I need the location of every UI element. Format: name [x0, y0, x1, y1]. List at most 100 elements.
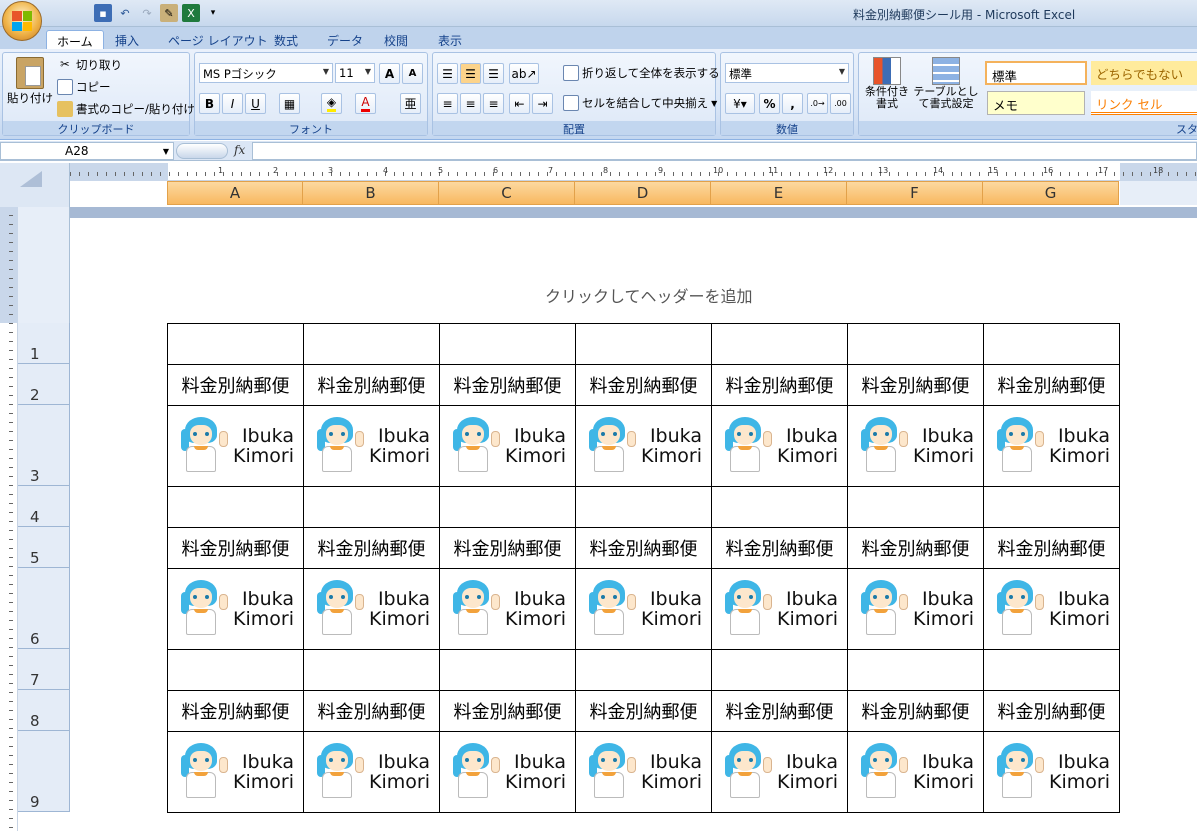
format-painter-button[interactable]: 書式のコピー/貼り付け: [57, 101, 195, 117]
tab-insert[interactable]: 挿入: [105, 30, 149, 49]
formula-input[interactable]: [252, 142, 1197, 160]
increase-indent-button[interactable]: ⇥: [532, 93, 553, 114]
cell[interactable]: Ibuka Kimori: [847, 731, 984, 813]
italic-button[interactable]: I: [222, 93, 243, 114]
orientation-button[interactable]: ab↗: [509, 63, 539, 84]
cell[interactable]: Ibuka Kimori: [167, 731, 304, 813]
cell[interactable]: [983, 649, 1120, 691]
grow-font-button[interactable]: A: [379, 63, 400, 84]
cell[interactable]: [167, 486, 304, 528]
cell[interactable]: Ibuka Kimori: [983, 405, 1120, 487]
wrap-text-button[interactable]: 折り返して全体を表示する: [563, 65, 720, 81]
cell[interactable]: 料金別納郵便: [303, 364, 440, 406]
cell[interactable]: [439, 649, 576, 691]
column-header-c[interactable]: C: [439, 181, 575, 205]
column-header-e[interactable]: E: [711, 181, 847, 205]
tab-home[interactable]: ホーム: [46, 30, 104, 49]
merge-center-button[interactable]: セルを結合して中央揃え ▼: [563, 95, 717, 111]
cell[interactable]: [847, 486, 984, 528]
row-header[interactable]: 3: [18, 405, 70, 486]
fill-color-button[interactable]: ◈: [321, 93, 342, 114]
cell[interactable]: [847, 649, 984, 691]
font-name-select[interactable]: MS Pゴシック ▼: [199, 63, 333, 83]
cell[interactable]: [439, 486, 576, 528]
align-center-button[interactable]: ≡: [460, 93, 481, 114]
cell[interactable]: [167, 323, 304, 365]
cell-style-neutral[interactable]: どちらでもない: [1091, 61, 1197, 85]
cell[interactable]: 料金別納郵便: [303, 527, 440, 569]
cell[interactable]: Ibuka Kimori: [575, 568, 712, 650]
cell[interactable]: 料金別納郵便: [439, 690, 576, 732]
phonetic-button[interactable]: 亜: [400, 93, 421, 114]
cell-style-linked[interactable]: リンク セル: [1091, 91, 1197, 115]
cell[interactable]: [847, 323, 984, 365]
cell[interactable]: 料金別納郵便: [303, 690, 440, 732]
align-middle-button[interactable]: ☰: [460, 63, 481, 84]
cell[interactable]: [167, 649, 304, 691]
cell[interactable]: [983, 323, 1120, 365]
header-placeholder[interactable]: クリックしてヘッダーを追加: [545, 283, 753, 307]
cell[interactable]: 料金別納郵便: [983, 690, 1120, 732]
cell[interactable]: 料金別納郵便: [439, 527, 576, 569]
borders-button[interactable]: ▦: [279, 93, 300, 114]
conditional-format-button[interactable]: 条件付き書式: [863, 57, 911, 110]
column-header-d[interactable]: D: [575, 181, 711, 205]
cell[interactable]: 料金別納郵便: [167, 364, 304, 406]
cell[interactable]: 料金別納郵便: [711, 527, 848, 569]
cell[interactable]: 料金別納郵便: [847, 690, 984, 732]
cell[interactable]: Ibuka Kimori: [167, 405, 304, 487]
insert-function-button[interactable]: fx: [234, 143, 245, 157]
select-all-corner[interactable]: [0, 163, 70, 207]
cell[interactable]: Ibuka Kimori: [983, 568, 1120, 650]
format-as-table-button[interactable]: テーブルとして書式設定: [913, 57, 979, 110]
row-header[interactable]: 7: [18, 649, 70, 690]
bold-button[interactable]: B: [199, 93, 220, 114]
cell[interactable]: Ibuka Kimori: [167, 568, 304, 650]
cell[interactable]: [711, 323, 848, 365]
cell[interactable]: [439, 323, 576, 365]
row-header[interactable]: 6: [18, 568, 70, 649]
font-size-select[interactable]: 11 ▼: [335, 63, 375, 83]
cell[interactable]: 料金別納郵便: [983, 364, 1120, 406]
cell[interactable]: Ibuka Kimori: [439, 568, 576, 650]
column-header-a[interactable]: A: [167, 181, 303, 205]
font-color-button[interactable]: A: [355, 93, 376, 114]
column-header-b[interactable]: B: [303, 181, 439, 205]
align-left-button[interactable]: ≡: [437, 93, 458, 114]
cell[interactable]: 料金別納郵便: [983, 527, 1120, 569]
cell[interactable]: Ibuka Kimori: [303, 568, 440, 650]
cell[interactable]: [303, 649, 440, 691]
cell[interactable]: [575, 486, 712, 528]
increase-decimal-button[interactable]: .0→: [807, 93, 828, 114]
tab-formulas[interactable]: 数式: [264, 30, 308, 49]
cell[interactable]: Ibuka Kimori: [711, 568, 848, 650]
tab-review[interactable]: 校閲: [374, 30, 418, 49]
align-bottom-button[interactable]: ☰: [483, 63, 504, 84]
column-header-f[interactable]: F: [847, 181, 983, 205]
save-icon[interactable]: ▪: [94, 4, 112, 22]
tab-page-layout[interactable]: ページ レイアウト: [158, 30, 278, 49]
cell[interactable]: [303, 486, 440, 528]
cell[interactable]: Ibuka Kimori: [847, 568, 984, 650]
row-header[interactable]: 9: [18, 731, 70, 812]
name-box[interactable]: A28 ▼: [0, 142, 174, 160]
shrink-font-button[interactable]: A: [402, 63, 423, 84]
cut-button[interactable]: ✂ 切り取り: [57, 57, 122, 73]
undo-icon[interactable]: ↶: [116, 4, 134, 22]
cell[interactable]: Ibuka Kimori: [575, 731, 712, 813]
cell[interactable]: 料金別納郵便: [575, 527, 712, 569]
cell[interactable]: Ibuka Kimori: [575, 405, 712, 487]
copy-button[interactable]: コピー: [57, 79, 111, 95]
cell[interactable]: Ibuka Kimori: [711, 731, 848, 813]
cell[interactable]: Ibuka Kimori: [303, 405, 440, 487]
cell[interactable]: [983, 486, 1120, 528]
comma-button[interactable]: ,: [782, 93, 803, 114]
cell[interactable]: 料金別納郵便: [711, 690, 848, 732]
row-header[interactable]: 5: [18, 527, 70, 568]
number-format-select[interactable]: 標準 ▼: [725, 63, 849, 83]
row-header[interactable]: 1: [18, 323, 70, 364]
cell[interactable]: [711, 486, 848, 528]
column-header-g[interactable]: G: [983, 181, 1119, 205]
cell[interactable]: Ibuka Kimori: [847, 405, 984, 487]
cell[interactable]: Ibuka Kimori: [711, 405, 848, 487]
